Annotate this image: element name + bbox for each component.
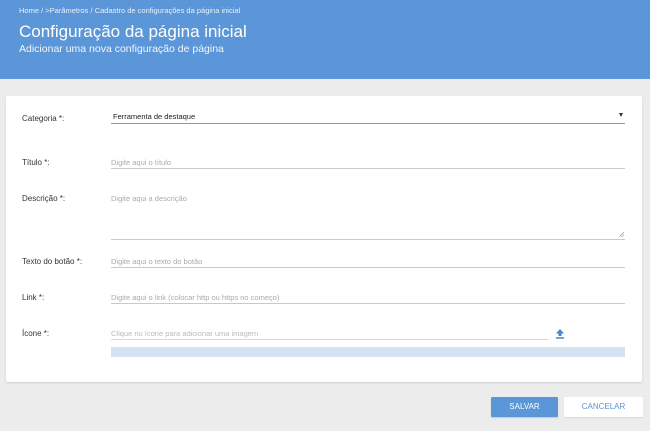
texto-botao-underline [111,267,625,268]
link-input[interactable]: Digite aqui o link (colocar http ou http… [111,293,279,302]
cancel-button[interactable]: CANCELAR [564,397,643,417]
upload-icon[interactable] [555,329,565,339]
save-button[interactable]: SALVAR [491,397,558,417]
titulo-label: Título *: [22,158,50,167]
descricao-label: Descrição *: [22,194,66,203]
categoria-select[interactable]: Ferramenta de destaque [111,110,625,124]
link-underline [111,303,625,304]
page-title: Configuração da página inicial [19,22,247,41]
icone-label: Ícone *: [22,329,50,338]
icone-input[interactable]: Clique no ícone para adicionar uma image… [111,329,258,338]
descricao-textarea[interactable]: Digite aqui a descrição [111,194,625,240]
titulo-input[interactable]: Digite aqui o título [111,158,171,167]
breadcrumb-parametros[interactable]: >Parâmetros [45,6,88,15]
page-subtitle: Adicionar uma nova configuração de págin… [19,43,224,55]
categoria-label: Categoria *: [22,114,65,123]
descricao-placeholder: Digite aqui a descrição [111,194,187,203]
resize-handle-icon[interactable] [619,232,624,237]
caret-down-icon [619,113,623,117]
titulo-underline [111,168,625,169]
icone-underline [111,339,548,340]
categoria-selected-value: Ferramenta de destaque [113,112,196,121]
breadcrumb-current: Cadastro de configurações da página inic… [94,6,241,15]
link-label: Link *: [22,293,45,302]
breadcrumb-home[interactable]: Home [19,6,39,15]
form-card: Categoria *: Ferramenta de destaque Títu… [6,96,642,382]
breadcrumb: Home / >Parâmetros / Cadastro de configu… [19,6,240,15]
upload-progress-bar [111,347,625,357]
texto-botao-input[interactable]: Digite aqui o texto do botão [111,257,202,266]
page-header: Home / >Parâmetros / Cadastro de configu… [0,0,650,79]
texto-botao-label: Texto do botão *: [22,257,83,266]
